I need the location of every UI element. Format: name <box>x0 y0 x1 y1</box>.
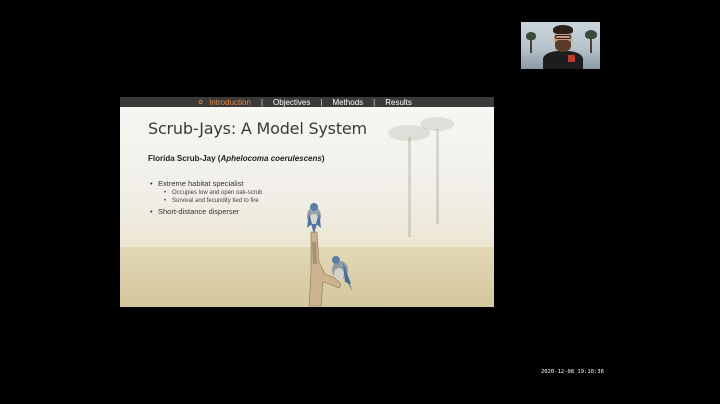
bullet-item: Extreme habitat specialist <box>150 179 262 188</box>
bg-pine-trunk <box>436 129 439 224</box>
bird-top-head <box>310 203 318 211</box>
subtitle-scientific-name: Aphelocoma coerulescens <box>220 154 322 163</box>
bird-lower-head <box>332 256 340 264</box>
presenter-shirt <box>543 51 583 69</box>
bullet-item: Short-distance disperser <box>150 207 262 216</box>
nav-separator: | <box>373 97 376 107</box>
bullet-list: Extreme habitat specialist Occupies low … <box>150 179 262 218</box>
nav-item-objectives[interactable]: Objectives <box>269 98 314 107</box>
presenter-badge <box>568 55 575 62</box>
webcam-feed <box>521 22 600 69</box>
presenter-beard <box>555 40 571 52</box>
presenter-hair <box>553 25 573 34</box>
sprout-icon: ✿ <box>198 99 204 106</box>
nav-separator: | <box>320 97 323 107</box>
presentation-slide: ✿ Introduction | Objectives | Methods | … <box>120 97 494 307</box>
presenter-glasses <box>555 35 571 39</box>
subtitle-suffix: ) <box>321 154 325 163</box>
slide-nav-bar: ✿ Introduction | Objectives | Methods | … <box>120 97 494 107</box>
slide-title: Scrub-Jays: A Model System <box>148 119 367 138</box>
bird-lower-breast <box>334 268 344 280</box>
scrub-jay-photo <box>307 203 353 307</box>
nav-separator: | <box>260 97 264 107</box>
slide-subtitle: Florida Scrub-Jay (Aphelocoma coerulesce… <box>148 154 325 163</box>
webcam-bg-trunk <box>530 39 532 53</box>
nav-item-methods[interactable]: Methods <box>328 98 367 107</box>
subtitle-prefix: Florida Scrub-Jay ( <box>148 154 221 163</box>
webcam-bg-trunk <box>590 38 592 53</box>
recording-timestamp: 2020-12-08 19:10:36 <box>541 369 604 375</box>
nav-item-results[interactable]: Results <box>381 98 416 107</box>
sub-bullet-item: Survival and fecundity tied to fire <box>150 198 262 204</box>
bg-pine-trunk <box>408 137 411 237</box>
sub-bullet-item: Occupies low and open oak-scrub <box>150 190 262 196</box>
nav-item-introduction[interactable]: Introduction <box>205 98 255 107</box>
